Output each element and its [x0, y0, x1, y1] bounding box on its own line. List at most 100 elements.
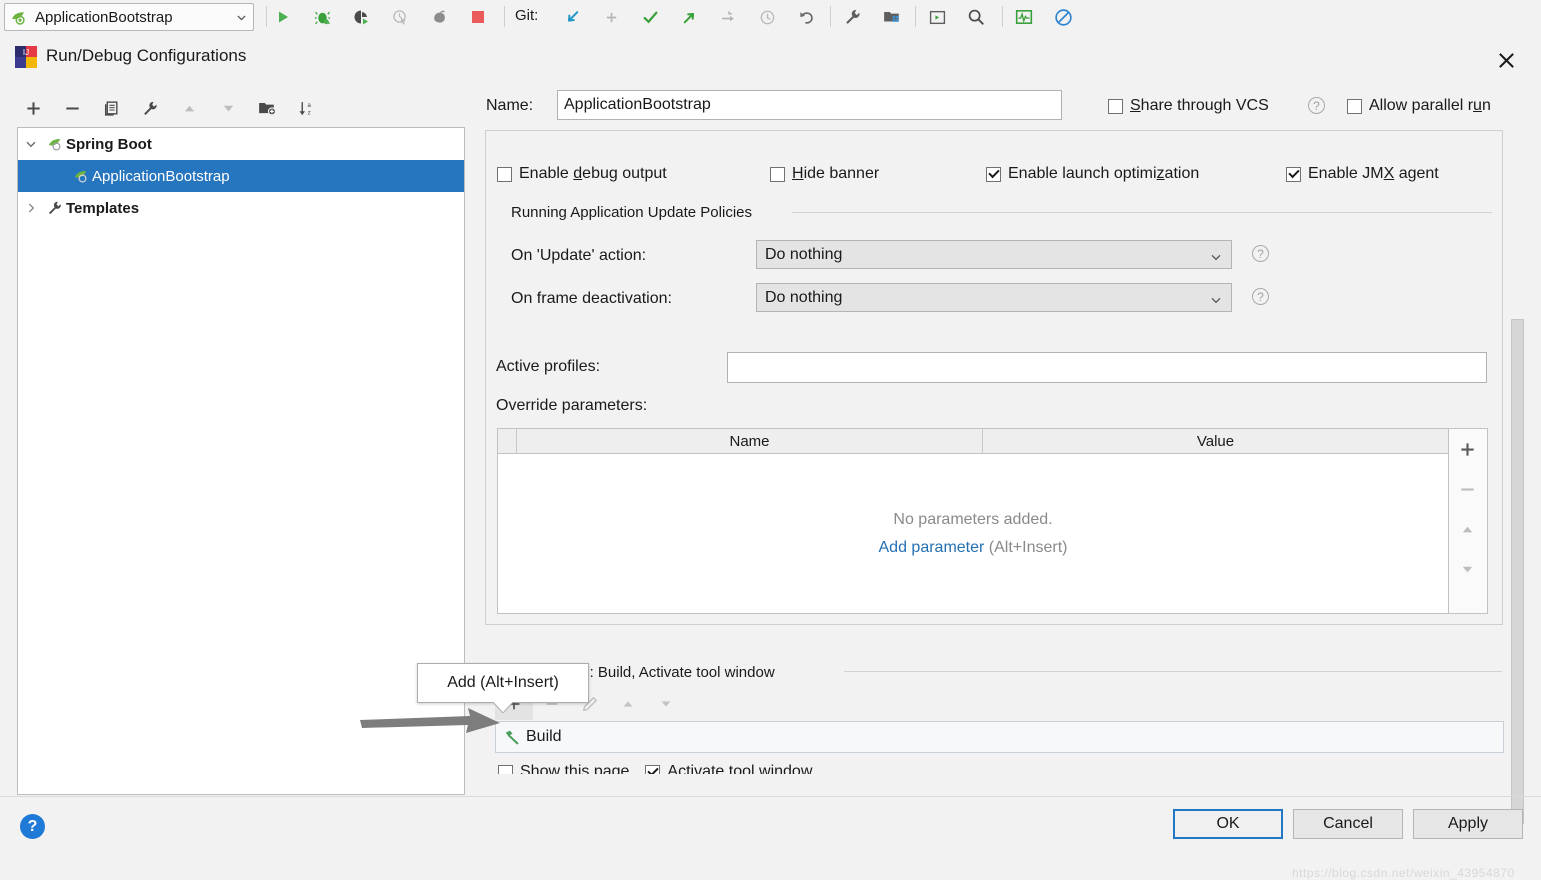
before-launch-move-up-button[interactable]	[609, 688, 647, 720]
before-launch-task-list[interactable]: Build	[495, 721, 1504, 753]
chevron-down-icon[interactable]	[1210, 293, 1222, 311]
run-configuration-selector[interactable]: ApplicationBootstrap	[4, 3, 254, 31]
hammer-icon	[496, 729, 526, 746]
empty-action-row: Add parameter (Alt+Insert)	[879, 539, 1068, 557]
activate-tool-window-checkbox[interactable]: Activate tool window	[645, 763, 812, 774]
git-push-button[interactable]	[678, 6, 700, 28]
table-column-value[interactable]: Value	[983, 429, 1448, 453]
on-frame-deactivation-dropdown[interactable]: Do nothing	[756, 283, 1232, 312]
watermark-text: https://blog.csdn.net/weixin_43954870	[1292, 866, 1515, 880]
before-launch-move-down-button[interactable]	[647, 688, 685, 720]
active-profiles-input[interactable]	[727, 352, 1487, 383]
add-parameter-link[interactable]: Add parameter	[879, 539, 985, 556]
chevron-down-icon[interactable]	[1210, 250, 1222, 268]
chevron-down-icon[interactable]	[229, 12, 253, 23]
search-button[interactable]	[965, 6, 987, 28]
create-folder-button[interactable]	[252, 92, 282, 124]
checkbox-box[interactable]	[770, 166, 785, 182]
move-down-button[interactable]	[213, 92, 243, 124]
allow-parallel-run-checkbox[interactable]: Allow parallel run	[1347, 97, 1491, 115]
ok-button[interactable]: OK	[1173, 809, 1283, 839]
move-up-button[interactable]	[174, 92, 204, 124]
svg-text:z: z	[307, 109, 310, 116]
cancel-button[interactable]: Cancel	[1293, 809, 1403, 839]
toolbar-separator	[1002, 6, 1003, 27]
profile-button[interactable]	[389, 6, 411, 28]
close-icon[interactable]	[1489, 45, 1523, 75]
tree-item-templates[interactable]: Templates	[18, 192, 464, 224]
project-structure-button[interactable]	[881, 6, 903, 28]
right-arrow-annotation-icon	[360, 708, 500, 733]
checkbox-box[interactable]	[498, 764, 513, 774]
toolbar-separator	[504, 6, 505, 27]
disable-button[interactable]	[1052, 6, 1074, 28]
show-this-page-checkbox[interactable]: Show this page	[498, 763, 629, 774]
name-label: Name:	[486, 97, 534, 114]
tree-item-spring-boot[interactable]: Spring Boot	[18, 128, 464, 160]
table-column-name[interactable]: Name	[517, 429, 983, 453]
share-through-vcs-checkbox[interactable]: Share through VCS	[1108, 97, 1269, 115]
git-rollback-button[interactable]	[795, 6, 817, 28]
on-frame-deactivation-help-icon[interactable]: ?	[1252, 288, 1269, 305]
chevron-right-icon[interactable]	[18, 202, 44, 214]
debug-button[interactable]	[311, 6, 333, 28]
on-update-action-help-icon[interactable]: ?	[1252, 245, 1269, 262]
git-fetch-button[interactable]	[717, 6, 739, 28]
checkbox-box[interactable]	[1347, 98, 1362, 114]
settings-button[interactable]	[842, 6, 864, 28]
git-commit-button[interactable]	[639, 6, 661, 28]
tree-item-applicationbootstrap[interactable]: ApplicationBootstrap	[18, 160, 464, 192]
on-update-action-label: On 'Update' action:	[511, 247, 647, 264]
remove-configuration-button[interactable]	[57, 92, 87, 124]
checkbox-label: Hide banner	[792, 165, 880, 182]
run-button[interactable]	[272, 6, 294, 28]
sort-configurations-button[interactable]: az	[291, 92, 321, 124]
hide-banner-checkbox[interactable]: Hide banner	[770, 165, 879, 183]
stop-button[interactable]	[467, 6, 489, 28]
svg-text:a: a	[307, 101, 311, 108]
apply-button[interactable]: Apply	[1413, 809, 1523, 839]
override-parameters-table[interactable]: Name Value No parameters added. Add para…	[497, 428, 1449, 614]
git-update-project-button[interactable]	[561, 6, 583, 28]
git-add-button[interactable]	[600, 6, 622, 28]
override-parameters-label: Override parameters:	[496, 397, 648, 414]
toolbar-separator	[830, 6, 831, 27]
run-with-coverage-button[interactable]	[350, 6, 372, 28]
attach-button[interactable]	[428, 6, 450, 28]
configuration-settings-scroll-area[interactable]: Spring Boot Enable debug output Hide ban…	[484, 130, 1508, 774]
copy-configuration-button[interactable]	[96, 92, 126, 124]
footer-divider	[0, 796, 1541, 797]
table-header-row: Name Value	[498, 429, 1448, 454]
checkbox-box[interactable]	[1108, 98, 1123, 114]
on-update-action-dropdown[interactable]: Do nothing	[756, 240, 1232, 269]
settings-scrollbar-thumb[interactable]	[1511, 319, 1524, 824]
enable-launch-optimization-checkbox[interactable]: Enable launch optimization	[986, 165, 1199, 183]
chevron-down-icon[interactable]	[18, 138, 44, 150]
checkbox-box[interactable]	[1286, 166, 1301, 182]
configuration-tree[interactable]: Spring Boot ApplicationBootstrap Templat…	[17, 127, 465, 795]
monitor-button[interactable]	[1013, 6, 1035, 28]
configuration-name-input[interactable]	[557, 90, 1062, 120]
git-history-button[interactable]	[756, 6, 778, 28]
checkbox-box[interactable]	[986, 166, 1001, 182]
move-parameter-down-button[interactable]	[1449, 549, 1486, 589]
move-parameter-up-button[interactable]	[1449, 509, 1486, 549]
share-vcs-help-icon[interactable]: ?	[1308, 97, 1325, 114]
checkbox-box[interactable]	[497, 166, 512, 182]
enable-debug-output-checkbox[interactable]: Enable debug output	[497, 165, 667, 183]
add-parameter-hint: (Alt+Insert)	[988, 538, 1068, 556]
terminal-button[interactable]	[926, 6, 948, 28]
group-divider	[792, 212, 1492, 213]
edit-templates-button[interactable]	[135, 92, 165, 124]
add-configuration-button[interactable]	[18, 92, 48, 124]
on-frame-deactivation-label: On frame deactivation:	[511, 290, 672, 307]
checkbox-label: Enable JMX agent	[1308, 165, 1439, 182]
git-label: Git:	[515, 7, 539, 24]
spring-boot-icon	[44, 136, 66, 152]
before-launch-task-label: Build	[526, 728, 562, 745]
checkbox-box[interactable]	[645, 764, 661, 774]
help-button[interactable]: ?	[20, 814, 45, 839]
remove-parameter-button[interactable]	[1449, 469, 1486, 509]
enable-jmx-agent-checkbox[interactable]: Enable JMX agent	[1286, 165, 1439, 183]
add-parameter-button[interactable]	[1449, 429, 1486, 469]
